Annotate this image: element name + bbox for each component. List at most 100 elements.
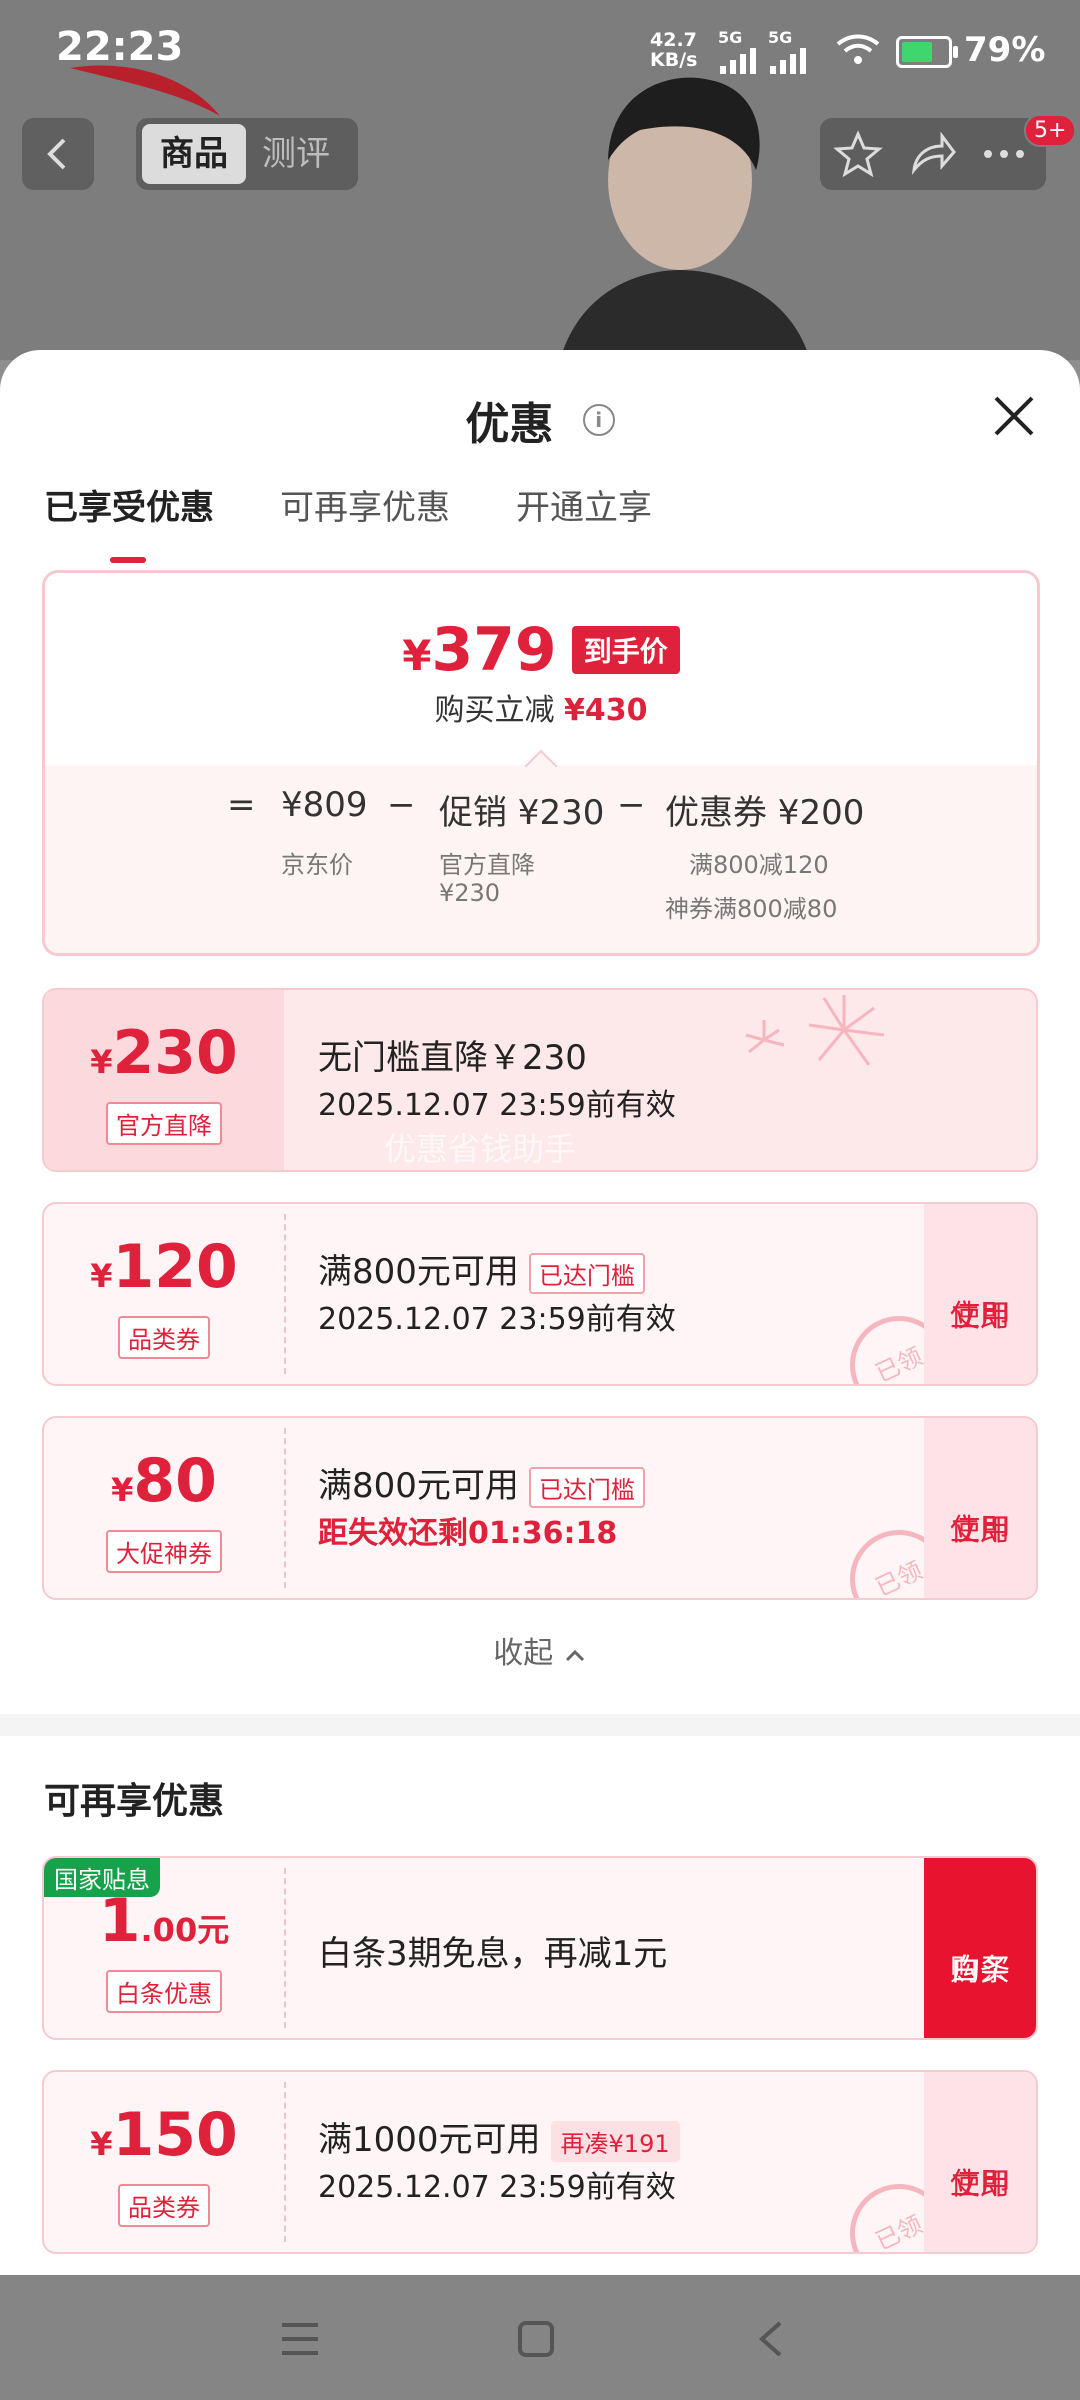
btn-line-2: 购买 (950, 1953, 1010, 1988)
save-amount: ¥430 (564, 693, 648, 728)
message-badge: 5+ (1024, 114, 1077, 147)
back-button[interactable] (22, 118, 94, 190)
firework-decoration (745, 995, 885, 1066)
price-summary-card: ¥379 到手价 购买立减 ¥430 = ¥809 京东价 − 促销 ¥230 … (42, 570, 1040, 956)
coupon-value: 80 (133, 1446, 217, 1516)
remaining-pill: 再凑¥191 (550, 2121, 680, 2162)
net-speed-value: 42.7 (650, 29, 697, 51)
price-symbol: ¥ (402, 631, 432, 680)
coupon-label-2: 神券满800减80 (665, 895, 838, 923)
coupon-divider (284, 1428, 286, 1588)
use-now-button[interactable]: 立即 使用 (924, 1418, 1036, 1598)
baitiao-buy-button[interactable]: 白条 购买 (924, 1858, 1036, 2038)
home-icon[interactable] (516, 2319, 556, 2359)
tab-more-available[interactable]: 可再享优惠 (280, 480, 450, 529)
coupon-amount: ¥120 (44, 1232, 284, 1302)
discount-sheet: 优惠 i 已享受优惠 可再享优惠 开通立享 ¥379 到手价 购买立减 ¥430… (0, 350, 1080, 2275)
coupon-validity: 2025.12.07 23:59前有效 (318, 1302, 676, 1337)
promo-amount: 促销 ¥230 (439, 793, 605, 833)
currency-symbol: ¥ (111, 1471, 134, 1509)
coupon-title-text: 满800元可用 (318, 1252, 519, 1292)
tab-enjoyed[interactable]: 已享受优惠 (44, 480, 214, 563)
coupon-amount-area: 1.00元 白条优惠 (44, 1858, 284, 2038)
collapse-button[interactable]: 收起 (0, 1628, 1080, 1672)
coupon-value: 150 (112, 2100, 238, 2170)
coupon-title-text: 满800元可用 (318, 1466, 519, 1506)
coupon-decimal: .00元 (140, 1911, 230, 1949)
coupon-divider (284, 1214, 286, 1374)
product-top-nav: 商品 测评 5+ (0, 114, 1080, 194)
coupon-amount: 1.00元 (44, 1886, 284, 1956)
coupon-type-tag: 白条优惠 (106, 1970, 222, 2013)
coupon-title: 满800元可用 已达门槛 (318, 1244, 645, 1294)
coupon-validity: 2025.12.07 23:59前有效 (318, 1088, 676, 1123)
menu-icon[interactable] (280, 2321, 320, 2357)
signal-1-icon: 5G (718, 28, 756, 74)
model-photo (560, 77, 810, 360)
tab-activate[interactable]: 开通立享 (516, 480, 652, 529)
coupon-label-1: 满800减120 (689, 851, 829, 879)
battery-icon (896, 36, 958, 68)
sheet-title-text: 优惠 (465, 399, 554, 450)
coupon-amount-area: ¥150 品类券 (44, 2072, 284, 2252)
coupon-type-tag: 官方直降 (106, 1102, 222, 1145)
minus-sign-1: − (387, 785, 416, 825)
tab-review[interactable]: 测评 (262, 124, 352, 184)
promo-label-1: 官方直降 (439, 851, 535, 879)
coupon-official-discount: ¥230 官方直降 无门槛直降￥230 2025.12.07 23:59前有效 … (42, 988, 1038, 1172)
minus-sign-2: − (617, 785, 646, 825)
back-nav-icon[interactable] (756, 2319, 786, 2359)
equals-sign: = (227, 785, 256, 825)
currency-symbol: ¥ (90, 1043, 113, 1081)
instant-saving: 购买立减 ¥430 (45, 685, 1037, 729)
coupon-amount: 优惠券 ¥200 (665, 793, 865, 833)
section-more-discounts-title: 可再享优惠 (44, 1781, 225, 1822)
clock: 22:23 (56, 24, 184, 70)
coupon-category-120: ¥120 品类券 满800元可用 已达门槛 2025.12.07 23:59前有效… (42, 1202, 1038, 1386)
collapse-label: 收起 (493, 1636, 554, 1671)
info-icon[interactable]: i (582, 404, 615, 436)
coupon-amount: ¥230 (44, 1018, 284, 1088)
sig1-label: 5G (718, 28, 743, 47)
price-value: 379 (431, 615, 557, 685)
coupon-validity: 2025.12.07 23:59前有效 (318, 2170, 676, 2205)
battery-percent: 79% (964, 30, 1046, 70)
system-nav-bar (0, 2275, 1080, 2400)
btn-line-2: 使用 (950, 1299, 1010, 1334)
star-icon[interactable] (832, 128, 884, 180)
jd-price: ¥809 (281, 785, 368, 825)
currency-symbol: ¥ (90, 1257, 113, 1295)
chevron-up-icon (565, 1649, 584, 1662)
coupon-title-text: 满1000元可用 (318, 2120, 541, 2160)
use-now-button[interactable]: 立即 使用 (924, 2072, 1036, 2252)
use-now-button[interactable]: 立即 使用 (924, 1204, 1036, 1384)
status-bar: 22:23 42.7 KB/s 5G 5G 79% (0, 0, 1080, 100)
coupon-countdown: 距失效还剩01:36:18 (318, 1516, 618, 1551)
coupon-value: 1 (98, 1886, 141, 1956)
chevron-left-icon (47, 138, 66, 170)
coupon-title: 无门槛直降￥230 (318, 1038, 587, 1078)
signal-icons: 5G 5G (718, 28, 806, 74)
coupon-title: 满800元可用 已达门槛 (318, 1458, 645, 1508)
coupon-amount: ¥80 (44, 1446, 284, 1516)
top-actions (820, 118, 1046, 190)
jd-price-label: 京东价 (281, 851, 353, 879)
net-speed-unit: KB/s (650, 49, 698, 71)
coupon-amount-area: ¥120 品类券 (44, 1204, 284, 1384)
tab-product[interactable]: 商品 (142, 124, 246, 184)
coupon-divider (284, 2082, 286, 2242)
section-divider (0, 1714, 1080, 1736)
coupon-amount: ¥150 (44, 2100, 284, 2170)
close-icon[interactable] (990, 392, 1038, 440)
coupon-title: 白条3期免息，再减1元 (318, 1934, 668, 1974)
coupon-title: 满1000元可用 再凑¥191 (318, 2112, 680, 2162)
final-price-tag: 到手价 (571, 626, 680, 674)
share-icon[interactable] (906, 128, 958, 180)
coupon-type-tag: 品类券 (118, 1316, 210, 1359)
coupon-divider (284, 1868, 286, 2028)
currency-symbol: ¥ (90, 2125, 113, 2163)
coupon-amount-area: ¥230 官方直降 (44, 990, 284, 1170)
watermark: 优惠省钱助手 (384, 1130, 577, 1168)
threshold-pill: 已达门槛 (528, 1253, 645, 1294)
more-icon[interactable] (978, 128, 1030, 180)
